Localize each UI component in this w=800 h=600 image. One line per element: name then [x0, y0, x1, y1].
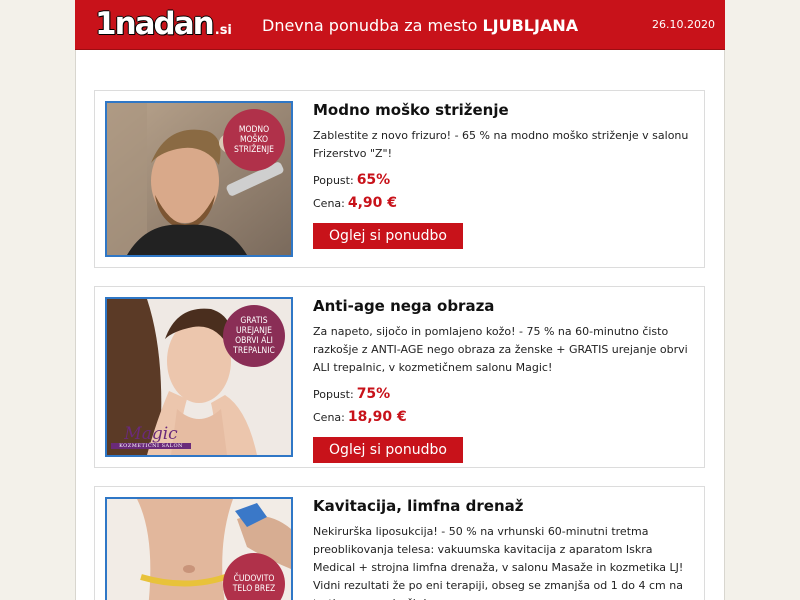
offer-description: Za napeto, sijočo in pomlajeno kožo! - 7…	[313, 325, 688, 374]
offer-card: ČUDOVITO TELO BREZ Kavitacija, limfna dr…	[94, 486, 705, 600]
offer-price-row: Cena: 18,90 €	[313, 409, 407, 425]
brand-logo[interactable]: 1nadan .si	[95, 6, 232, 42]
offer-badge: MODNO MOŠKO STRIŽENJE	[223, 109, 285, 171]
offer-card: MODNO MOŠKO STRIŽENJE Modno moško striže…	[94, 90, 705, 268]
offer-price: 18,90 €	[347, 409, 407, 425]
offer-badge: GRATIS UREJANJE OBRVI ALI TREPALNIC	[223, 305, 285, 367]
offer-image-body[interactable]: ČUDOVITO TELO BREZ	[105, 497, 293, 600]
offer-description: Nekirurška liposukcija! - 50 % na vrhuns…	[313, 525, 684, 600]
offer-price: 4,90 €	[347, 195, 398, 211]
offer-discount: 65%	[356, 172, 391, 188]
offer-discount: 75%	[356, 386, 391, 402]
offer-price-row: Cena: 4,90 €	[313, 195, 398, 211]
offer-title[interactable]: Modno moško striženje	[313, 101, 693, 119]
offer-title[interactable]: Kavitacija, limfna drenaž	[313, 497, 693, 515]
view-offer-button[interactable]: Oglej si ponudbo	[313, 223, 463, 249]
offer-card: GRATIS UREJANJE OBRVI ALI TREPALNIC Magi…	[94, 286, 705, 468]
view-offer-button[interactable]: Oglej si ponudbo	[313, 437, 463, 463]
header-title: Dnevna ponudba za mesto LJUBLJANA	[262, 16, 579, 35]
offer-image-haircut[interactable]: MODNO MOŠKO STRIŽENJE	[105, 101, 293, 257]
offer-discount-row: Popust: 65%	[313, 172, 391, 188]
offer-description: Zablestite z novo frizuro! - 65 % na mod…	[313, 129, 689, 160]
offer-image-facial[interactable]: GRATIS UREJANJE OBRVI ALI TREPALNIC Magi…	[105, 297, 293, 457]
offer-discount-row: Popust: 75%	[313, 386, 391, 402]
salon-logo: Magic KOZMETIČNI SALON	[111, 425, 191, 449]
header-bar: 1nadan .si Dnevna ponudba za mesto LJUBLJ…	[75, 0, 725, 50]
header-date: 26.10.2020	[652, 18, 715, 31]
offer-title[interactable]: Anti-age nega obraza	[313, 297, 693, 315]
city-name: LJUBLJANA	[482, 16, 579, 35]
